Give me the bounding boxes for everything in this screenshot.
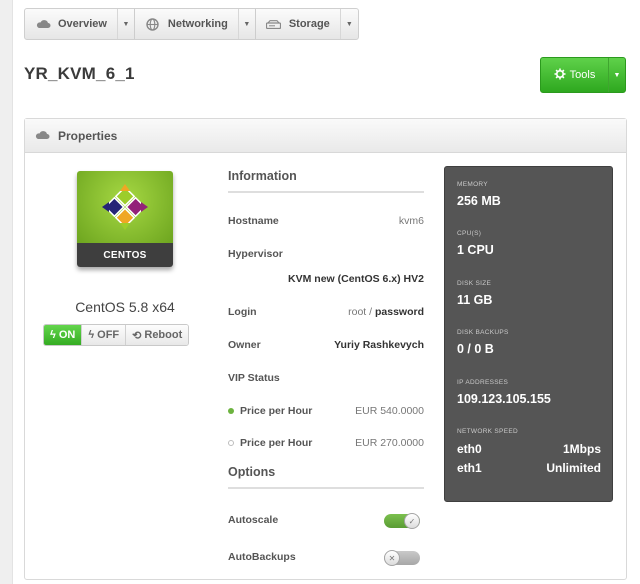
nav-overview-dropdown[interactable]: ▼ — [116, 9, 135, 39]
login-value: root / password — [348, 306, 424, 318]
nav-storage-dropdown[interactable]: ▼ — [339, 9, 358, 39]
price-row-1[interactable]: Price per Hour EUR 540.0000 — [228, 405, 424, 417]
reboot-label: Reboot — [144, 329, 183, 341]
login-user: root — [348, 306, 367, 318]
gear-icon — [554, 68, 566, 83]
check-icon: ✓ — [404, 513, 420, 529]
x-icon: ✕ — [384, 550, 400, 566]
memory-label: MEMORY — [457, 181, 488, 188]
bolt-icon: ϟ — [50, 329, 56, 341]
os-badge: CENTOS — [77, 243, 173, 267]
nav-overview-label: Overview — [58, 18, 107, 30]
reboot-button[interactable]: ⟲ Reboot — [125, 325, 189, 345]
price1-value: EUR 540.0000 — [355, 405, 424, 417]
eth1-speed: Unlimited — [546, 461, 601, 475]
disk-backups-label: DISK BACKUPS — [457, 329, 509, 336]
bolt-icon: ϟ — [88, 329, 95, 341]
properties-title: Properties — [58, 128, 118, 143]
tools-label: Tools — [569, 69, 596, 81]
login-password: password — [374, 306, 424, 318]
nav-overview[interactable]: Overview — [25, 9, 117, 39]
disk-size-label: DISK SIZE — [457, 280, 492, 287]
cpu-value: 1 CPU — [457, 243, 494, 257]
top-nav: Overview ▼ Networking ▼ Storage ▼ — [24, 8, 359, 40]
vip-row: VIP Status — [228, 372, 424, 384]
refresh-icon: ⟲ — [132, 329, 142, 342]
price-row-2[interactable]: Price per Hour EUR 270.0000 — [228, 437, 424, 449]
options-divider — [228, 487, 424, 489]
properties-panel: Properties CENTOS CentOS 5.8 x64 ϟ ON ϟ … — [24, 118, 627, 580]
owner-label: Owner — [228, 339, 261, 351]
page-title: YR_KVM_6_1 — [24, 64, 135, 83]
login-label: Login — [228, 306, 257, 318]
price1-label: Price per Hour — [240, 405, 313, 417]
memory-value: 256 MB — [457, 194, 501, 208]
network-speed-label: NETWORK SPEED — [457, 428, 518, 435]
hdd-icon — [266, 17, 282, 31]
power-off-label: OFF — [97, 329, 120, 341]
disk-backups-value: 0 / 0 B — [457, 342, 494, 356]
nav-networking-dropdown[interactable]: ▼ — [237, 9, 256, 39]
login-row: Login root / password — [228, 306, 424, 318]
information-divider — [228, 191, 424, 193]
autobackups-label: AutoBackups — [228, 551, 296, 563]
power-on-label: ON — [58, 329, 76, 341]
price2-value: EUR 270.0000 — [355, 437, 424, 449]
eth1-label: eth1 — [457, 461, 482, 475]
login-separator: / — [369, 306, 373, 318]
ip-addresses-label: IP ADDRESSES — [457, 379, 509, 386]
network-row-eth1: eth1 Unlimited — [457, 461, 601, 475]
nav-networking[interactable]: Networking — [135, 9, 238, 39]
hypervisor-row: Hypervisor — [228, 248, 424, 260]
power-controls: ϟ ON ϟ OFF ⟲ Reboot — [43, 324, 190, 346]
price2-label: Price per Hour — [240, 437, 313, 449]
disk-size-value: 11 GB — [457, 293, 493, 307]
centos-logo-icon — [77, 171, 173, 243]
radio-unselected-icon[interactable] — [228, 440, 234, 447]
ip-addresses-value: 109.123.105.155 — [457, 392, 551, 406]
eth0-speed: 1Mbps — [562, 442, 601, 456]
network-row-eth0: eth0 1Mbps — [457, 442, 601, 456]
nav-storage[interactable]: Storage — [256, 9, 340, 39]
power-on-button[interactable]: ϟ ON — [44, 325, 82, 345]
information-title: Information — [228, 169, 297, 183]
tools-dropdown[interactable]: ▼ — [608, 58, 625, 92]
cloud-icon — [35, 17, 51, 31]
hostname-row: Hostname kvm6 — [228, 215, 424, 227]
eth0-label: eth0 — [457, 442, 482, 456]
properties-header: Properties — [25, 119, 626, 153]
owner-row: Owner Yuriy Rashkevych — [228, 339, 424, 351]
tools-main[interactable]: Tools — [541, 58, 608, 92]
price-option-1: Price per Hour — [228, 405, 312, 417]
os-name: CentOS 5.8 x64 — [75, 299, 175, 315]
autoscale-label: Autoscale — [228, 514, 279, 526]
hypervisor-label: Hypervisor — [228, 248, 283, 260]
hostname-label: Hostname — [228, 215, 279, 227]
options-title: Options — [228, 465, 276, 479]
cpu-label: CPU(S) — [457, 230, 482, 237]
hypervisor-value-row: KVM new (CentOS 6.x) HV2 — [228, 273, 424, 285]
owner-value: Yuriy Rashkevych — [334, 339, 424, 351]
price-option-2: Price per Hour — [228, 437, 312, 449]
power-off-button[interactable]: ϟ OFF — [81, 325, 126, 345]
os-card: CENTOS — [77, 171, 173, 267]
specs-box: MEMORY 256 MB CPU(S) 1 CPU DISK SIZE 11 … — [444, 166, 613, 502]
nav-storage-label: Storage — [288, 18, 330, 30]
tools-button[interactable]: Tools ▼ — [540, 57, 626, 93]
globe-icon — [145, 17, 161, 31]
autoscale-toggle[interactable]: ✓ — [384, 513, 420, 529]
hypervisor-value: KVM new (CentOS 6.x) HV2 — [288, 273, 424, 285]
hostname-value: kvm6 — [398, 215, 424, 227]
autobackups-toggle[interactable]: ✕ — [384, 550, 420, 566]
radio-selected-icon[interactable] — [228, 408, 234, 415]
cloud-icon — [35, 129, 50, 143]
vip-label: VIP Status — [228, 372, 280, 384]
nav-networking-label: Networking — [167, 18, 228, 30]
